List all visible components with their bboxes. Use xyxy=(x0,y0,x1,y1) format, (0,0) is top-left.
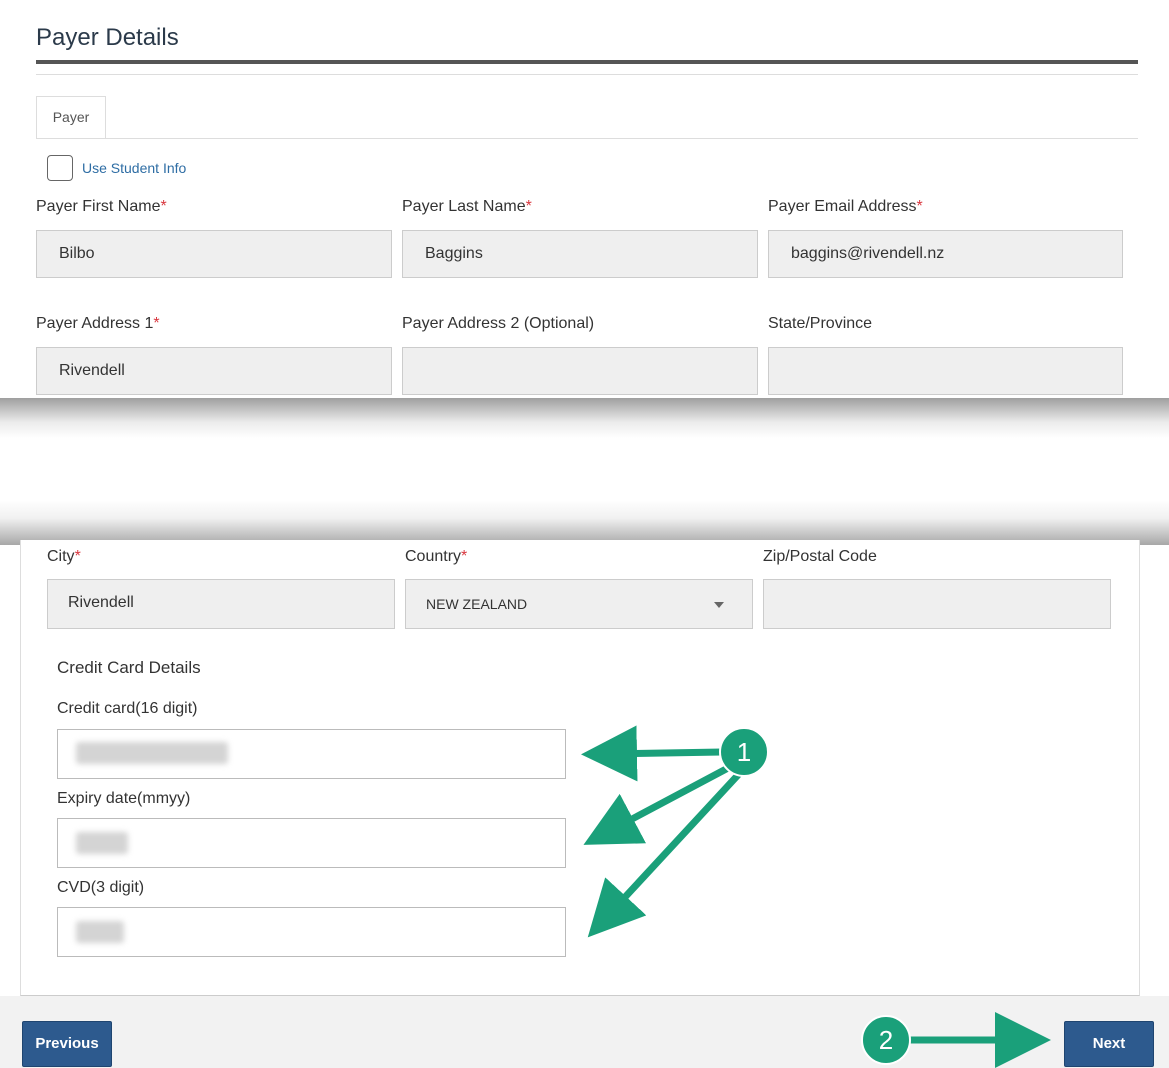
email-label: Payer Email Address* xyxy=(768,198,923,215)
last-name-field[interactable]: Baggins xyxy=(402,230,758,278)
city-label: City* xyxy=(47,548,81,565)
use-student-info-label[interactable]: Use Student Info xyxy=(82,160,186,176)
required-marker: * xyxy=(74,548,81,565)
redacted-value xyxy=(76,742,228,764)
zip-label: Zip/Postal Code xyxy=(763,548,877,565)
chevron-down-icon xyxy=(714,602,724,608)
tab-divider xyxy=(36,138,1138,139)
cvd-input[interactable] xyxy=(57,907,566,957)
next-button[interactable]: Next xyxy=(1064,1021,1154,1067)
address2-field[interactable] xyxy=(402,347,758,395)
zip-field[interactable] xyxy=(763,579,1111,629)
first-name-label: Payer First Name* xyxy=(36,198,167,215)
credit-card-number-label: Credit card(16 digit) xyxy=(57,700,198,717)
last-name-label: Payer Last Name* xyxy=(402,198,532,215)
required-marker: * xyxy=(153,315,160,332)
address1-field[interactable]: Rivendell xyxy=(36,347,392,395)
torn-edge-shadow-bottom xyxy=(0,500,1169,545)
use-student-info-checkbox[interactable] xyxy=(47,155,73,181)
tab-payer[interactable]: Payer xyxy=(36,96,106,139)
cvd-label: CVD(3 digit) xyxy=(57,879,145,896)
redacted-value xyxy=(76,921,124,943)
city-field[interactable]: Rivendell xyxy=(47,579,395,629)
first-name-field[interactable]: Bilbo xyxy=(36,230,392,278)
required-marker: * xyxy=(916,198,923,215)
credit-card-heading: Credit Card Details xyxy=(57,658,201,677)
title-divider xyxy=(36,60,1138,64)
country-label: Country* xyxy=(405,548,468,565)
country-select-value: NEW ZEALAND xyxy=(426,596,528,612)
required-marker: * xyxy=(461,548,468,565)
email-field[interactable]: baggins@rivendell.nz xyxy=(768,230,1123,278)
title-divider-thin xyxy=(36,74,1138,75)
state-field[interactable] xyxy=(768,347,1123,395)
previous-button[interactable]: Previous xyxy=(22,1021,112,1067)
required-marker: * xyxy=(160,198,167,215)
payer-details-panel: Payer Details Payer Use Student Info Pay… xyxy=(0,0,1160,410)
expiry-date-label: Expiry date(mmyy) xyxy=(57,790,191,807)
address2-label: Payer Address 2 (Optional) xyxy=(402,315,595,332)
redacted-value xyxy=(76,832,128,854)
address1-label: Payer Address 1* xyxy=(36,315,160,332)
credit-card-number-input[interactable] xyxy=(57,729,566,779)
torn-edge-shadow-top xyxy=(0,398,1169,438)
section-title: Payer Details xyxy=(36,24,179,51)
country-select[interactable]: NEW ZEALAND xyxy=(405,579,753,629)
state-label: State/Province xyxy=(768,315,873,332)
required-marker: * xyxy=(525,198,532,215)
wizard-footer xyxy=(0,996,1169,1068)
expiry-date-input[interactable] xyxy=(57,818,566,868)
